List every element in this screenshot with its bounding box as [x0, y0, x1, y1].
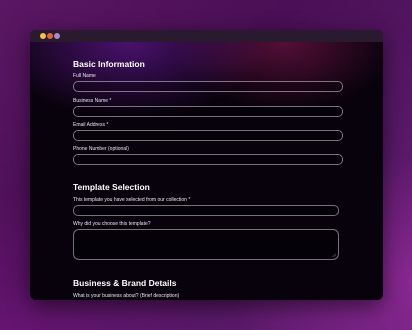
full-name-input[interactable]: [73, 81, 343, 92]
full-name-label: Full Name: [73, 73, 96, 79]
template-reason-textarea[interactable]: [73, 229, 339, 260]
business-name-label: Business Name *: [73, 98, 112, 104]
minimize-window-button[interactable]: [47, 33, 53, 39]
email-label: Email Address *: [73, 122, 109, 128]
template-reason-label: Why did you choose this template?: [73, 221, 151, 227]
section-heading-basic-information: Basic Information: [73, 59, 145, 69]
phone-label: Phone Number (optional): [73, 146, 129, 152]
close-window-button[interactable]: [40, 33, 46, 39]
business-name-input[interactable]: [73, 106, 343, 117]
selected-template-label: This template you have selected from our…: [73, 197, 191, 203]
section-heading-business-brand-details: Business & Brand Details: [73, 278, 177, 288]
maximize-window-button[interactable]: [54, 33, 60, 39]
selected-template-input[interactable]: [73, 205, 339, 216]
phone-input[interactable]: [73, 154, 343, 165]
browser-window: Basic Information Full Name Business Nam…: [30, 30, 383, 300]
resize-grip-icon[interactable]: [332, 253, 336, 257]
window-titlebar: [30, 30, 383, 42]
section-heading-template-selection: Template Selection: [73, 182, 150, 192]
business-description-label: What is your business about? (Brief desc…: [73, 293, 180, 299]
form-page: Basic Information Full Name Business Nam…: [30, 42, 383, 300]
email-input[interactable]: [73, 130, 343, 141]
